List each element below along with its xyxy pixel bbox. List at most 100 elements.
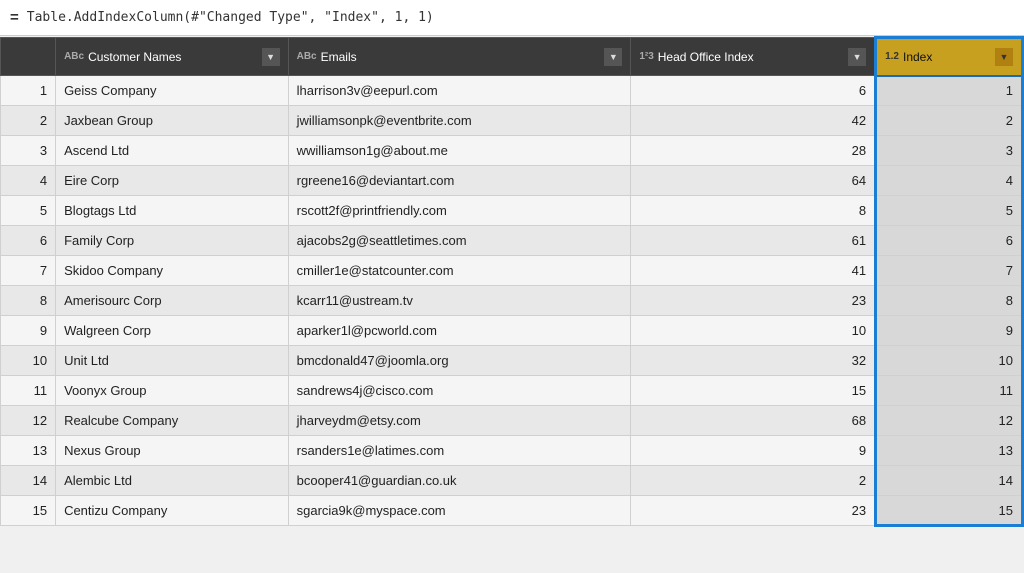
row-number: 9 xyxy=(1,316,56,346)
customer-name-cell: Jaxbean Group xyxy=(56,106,289,136)
head-office-cell: 42 xyxy=(631,106,876,136)
table-row: 3Ascend Ltdwwilliamson1g@about.me283 xyxy=(1,136,1023,166)
email-cell: sandrews4j@cisco.com xyxy=(288,376,631,406)
table-row: 11Voonyx Groupsandrews4j@cisco.com1511 xyxy=(1,376,1023,406)
table-header-row: ABc Customer Names ▼ ABc Emails ▼ 1²3 xyxy=(1,38,1023,76)
index-dropdown[interactable]: ▼ xyxy=(995,48,1013,66)
index-cell: 4 xyxy=(876,166,1023,196)
index-cell: 13 xyxy=(876,436,1023,466)
head-office-cell: 64 xyxy=(631,166,876,196)
customer-name-cell: Amerisourc Corp xyxy=(56,286,289,316)
formula-bar: = Table.AddIndexColumn(#"Changed Type", … xyxy=(0,0,1024,36)
index-cell: 15 xyxy=(876,496,1023,526)
head-office-label: Head Office Index xyxy=(658,50,844,64)
email-cell: wwilliamson1g@about.me xyxy=(288,136,631,166)
index-cell: 14 xyxy=(876,466,1023,496)
formula-equals-sign: = xyxy=(10,9,19,26)
customer-name-cell: Walgreen Corp xyxy=(56,316,289,346)
email-cell: bmcdonald47@joomla.org xyxy=(288,346,631,376)
table-row: 6Family Corpajacobs2g@seattletimes.com61… xyxy=(1,226,1023,256)
customer-name-cell: Ascend Ltd xyxy=(56,136,289,166)
customer-name-cell: Eire Corp xyxy=(56,166,289,196)
table-row: 1Geiss Companylharrison3v@eepurl.com61 xyxy=(1,76,1023,106)
table-row: 10Unit Ltdbmcdonald47@joomla.org3210 xyxy=(1,346,1023,376)
email-cell: kcarr11@ustream.tv xyxy=(288,286,631,316)
index-cell: 7 xyxy=(876,256,1023,286)
row-number: 5 xyxy=(1,196,56,226)
email-cell: lharrison3v@eepurl.com xyxy=(288,76,631,106)
col-header-index[interactable]: 1.2 Index ▼ xyxy=(876,38,1023,76)
row-number: 11 xyxy=(1,376,56,406)
table-row: 8Amerisourc Corpkcarr11@ustream.tv238 xyxy=(1,286,1023,316)
table-row: 12Realcube Companyjharveydm@etsy.com6812 xyxy=(1,406,1023,436)
head-office-cell: 6 xyxy=(631,76,876,106)
row-number: 1 xyxy=(1,76,56,106)
index-cell: 10 xyxy=(876,346,1023,376)
row-number: 2 xyxy=(1,106,56,136)
head-office-cell: 68 xyxy=(631,406,876,436)
table-row: 15Centizu Companysgarcia9k@myspace.com23… xyxy=(1,496,1023,526)
head-office-cell: 61 xyxy=(631,226,876,256)
customer-name-cell: Nexus Group xyxy=(56,436,289,466)
email-cell: sgarcia9k@myspace.com xyxy=(288,496,631,526)
email-cell: jwilliamsonpk@eventbrite.com xyxy=(288,106,631,136)
email-cell: aparker1l@pcworld.com xyxy=(288,316,631,346)
index-label: Index xyxy=(903,50,991,64)
table-row: 2Jaxbean Groupjwilliamsonpk@eventbrite.c… xyxy=(1,106,1023,136)
data-table: ABc Customer Names ▼ ABc Emails ▼ 1²3 xyxy=(0,36,1024,527)
index-cell: 12 xyxy=(876,406,1023,436)
index-cell: 5 xyxy=(876,196,1023,226)
head-office-cell: 32 xyxy=(631,346,876,376)
customer-names-label: Customer Names xyxy=(88,50,258,64)
head-office-cell: 2 xyxy=(631,466,876,496)
col-header-head-office-index[interactable]: 1²3 Head Office Index ▼ xyxy=(631,38,876,76)
row-number: 12 xyxy=(1,406,56,436)
customer-name-cell: Geiss Company xyxy=(56,76,289,106)
row-number: 6 xyxy=(1,226,56,256)
table-body: 1Geiss Companylharrison3v@eepurl.com612J… xyxy=(1,76,1023,526)
customer-name-cell: Skidoo Company xyxy=(56,256,289,286)
customer-names-type-icon: ABc xyxy=(64,51,84,62)
head-office-cell: 41 xyxy=(631,256,876,286)
table-container: ABc Customer Names ▼ ABc Emails ▼ 1²3 xyxy=(0,36,1024,573)
table-row: 5Blogtags Ltdrscott2f@printfriendly.com8… xyxy=(1,196,1023,226)
row-number: 14 xyxy=(1,466,56,496)
email-cell: ajacobs2g@seattletimes.com xyxy=(288,226,631,256)
emails-label: Emails xyxy=(321,50,601,64)
customer-names-dropdown[interactable]: ▼ xyxy=(262,48,280,66)
head-office-cell: 23 xyxy=(631,286,876,316)
index-cell: 11 xyxy=(876,376,1023,406)
customer-name-cell: Unit Ltd xyxy=(56,346,289,376)
email-cell: rgreene16@deviantart.com xyxy=(288,166,631,196)
head-office-cell: 15 xyxy=(631,376,876,406)
index-cell: 1 xyxy=(876,76,1023,106)
row-number: 3 xyxy=(1,136,56,166)
customer-name-cell: Voonyx Group xyxy=(56,376,289,406)
head-office-type-icon: 1²3 xyxy=(639,51,653,62)
index-cell: 9 xyxy=(876,316,1023,346)
customer-name-cell: Realcube Company xyxy=(56,406,289,436)
index-cell: 8 xyxy=(876,286,1023,316)
emails-dropdown[interactable]: ▼ xyxy=(604,48,622,66)
customer-name-cell: Family Corp xyxy=(56,226,289,256)
head-office-cell: 23 xyxy=(631,496,876,526)
table-row: 14Alembic Ltdbcooper41@guardian.co.uk214 xyxy=(1,466,1023,496)
head-office-cell: 10 xyxy=(631,316,876,346)
col-header-emails[interactable]: ABc Emails ▼ xyxy=(288,38,631,76)
table-row: 4Eire Corprgreene16@deviantart.com644 xyxy=(1,166,1023,196)
index-cell: 2 xyxy=(876,106,1023,136)
table-row: 7 Skidoo Companycmiller1e@statcounter.com… xyxy=(1,256,1023,286)
email-cell: cmiller1e@statcounter.com xyxy=(288,256,631,286)
index-cell: 6 xyxy=(876,226,1023,256)
index-type-icon: 1.2 xyxy=(885,51,899,62)
email-cell: jharveydm@etsy.com xyxy=(288,406,631,436)
head-office-dropdown[interactable]: ▼ xyxy=(848,48,866,66)
email-cell: rscott2f@printfriendly.com xyxy=(288,196,631,226)
formula-text: Table.AddIndexColumn(#"Changed Type", "I… xyxy=(27,10,434,25)
col-header-customer-names[interactable]: ABc Customer Names ▼ xyxy=(56,38,289,76)
row-number: 13 xyxy=(1,436,56,466)
head-office-cell: 8 xyxy=(631,196,876,226)
head-office-cell: 9 xyxy=(631,436,876,466)
row-number: 15 xyxy=(1,496,56,526)
index-cell: 3 xyxy=(876,136,1023,166)
